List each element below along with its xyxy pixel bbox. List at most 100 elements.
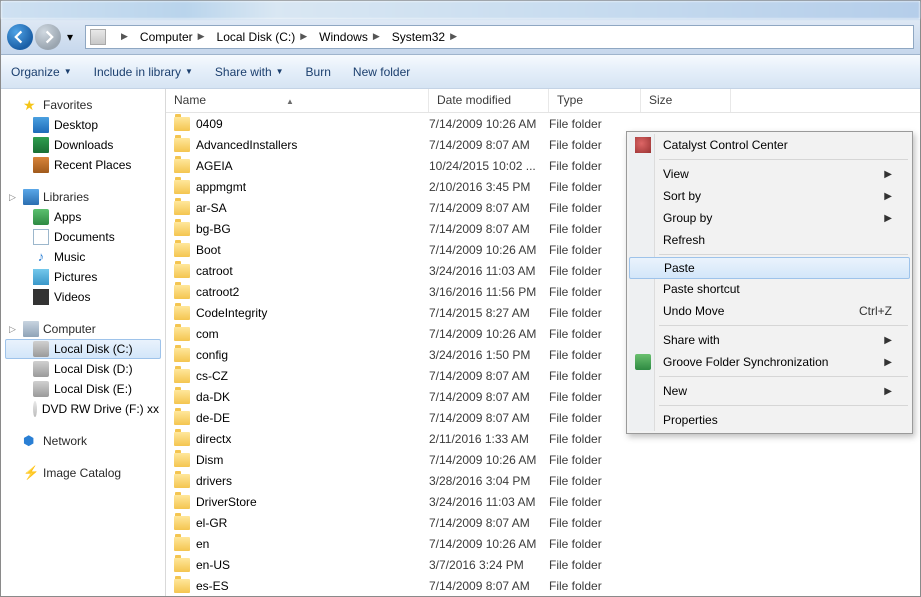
file-name: DriverStore — [196, 495, 257, 509]
submenu-arrow-icon: ▶ — [884, 169, 892, 180]
sidebar-downloads[interactable]: Downloads — [5, 135, 161, 155]
back-button[interactable] — [7, 24, 33, 50]
favorites-group[interactable]: ★Favorites — [5, 95, 161, 115]
sidebar-videos[interactable]: Videos — [5, 287, 161, 307]
folder-icon — [174, 411, 190, 425]
sort-indicator-icon: ▲ — [286, 97, 294, 106]
organize-menu[interactable]: Organize▼ — [11, 65, 72, 79]
hdd-icon — [33, 381, 49, 397]
file-date: 7/14/2009 10:26 AM — [429, 453, 549, 467]
submenu-arrow-icon: ▶ — [884, 357, 892, 368]
file-date: 2/10/2016 3:45 PM — [429, 180, 549, 194]
command-toolbar: Organize▼ Include in library▼ Share with… — [1, 55, 920, 89]
breadcrumb-system32[interactable]: System32▶ — [386, 26, 463, 48]
file-name: cs-CZ — [196, 369, 228, 383]
folder-icon — [174, 432, 190, 446]
image-catalog-group[interactable]: ⚡Image Catalog — [5, 463, 161, 483]
ctx-view[interactable]: View▶ — [629, 163, 910, 185]
sidebar-local-disk-e[interactable]: Local Disk (E:) — [5, 379, 161, 399]
folder-icon — [174, 117, 190, 131]
sidebar-dvd-drive[interactable]: DVD RW Drive (F:) xx — [5, 399, 161, 419]
sidebar-local-disk-c[interactable]: Local Disk (C:) — [5, 339, 161, 359]
burn-button[interactable]: Burn — [306, 65, 331, 79]
sidebar-apps[interactable]: Apps — [5, 207, 161, 227]
ctx-catalyst[interactable]: Catalyst Control Center — [629, 134, 910, 156]
sidebar-recent-places[interactable]: Recent Places — [5, 155, 161, 175]
file-row[interactable]: es-ES7/14/2009 8:07 AMFile folder — [166, 575, 920, 596]
desktop-icon — [33, 117, 49, 133]
file-name: en-US — [196, 558, 230, 572]
folder-icon — [174, 306, 190, 320]
image-catalog-icon: ⚡ — [23, 465, 39, 481]
computer-group[interactable]: ▷Computer — [5, 319, 161, 339]
file-row[interactable]: en-US3/7/2016 3:24 PMFile folder — [166, 554, 920, 575]
new-folder-button[interactable]: New folder — [353, 65, 410, 79]
folder-icon — [174, 537, 190, 551]
forward-button[interactable] — [35, 24, 61, 50]
file-date: 7/14/2009 10:26 AM — [429, 327, 549, 341]
column-date[interactable]: Date modified — [429, 89, 549, 112]
folder-icon — [174, 453, 190, 467]
folder-icon — [174, 558, 190, 572]
network-group[interactable]: ⬢Network — [5, 431, 161, 451]
sidebar-desktop[interactable]: Desktop — [5, 115, 161, 135]
address-bar[interactable]: ▶ Computer▶ Local Disk (C:)▶ Windows▶ Sy… — [85, 25, 914, 49]
sidebar-music[interactable]: ♪Music — [5, 247, 161, 267]
file-date: 7/14/2009 10:26 AM — [429, 117, 549, 131]
file-name: de-DE — [196, 411, 230, 425]
folder-icon — [174, 348, 190, 362]
computer-icon — [23, 321, 39, 337]
ctx-group-by[interactable]: Group by▶ — [629, 207, 910, 229]
column-size[interactable]: Size — [641, 89, 731, 112]
include-in-library-menu[interactable]: Include in library▼ — [94, 65, 193, 79]
file-date: 2/11/2016 1:33 AM — [429, 432, 549, 446]
file-name: directx — [196, 432, 231, 446]
pictures-icon — [33, 269, 49, 285]
file-type: File folder — [549, 537, 641, 551]
ctx-groove[interactable]: Groove Folder Synchronization▶ — [629, 351, 910, 373]
file-name: catroot2 — [196, 285, 239, 299]
file-row[interactable]: el-GR7/14/2009 8:07 AMFile folder — [166, 512, 920, 533]
sidebar-documents[interactable]: Documents — [5, 227, 161, 247]
file-type: File folder — [549, 453, 641, 467]
file-row[interactable]: DriverStore3/24/2016 11:03 AMFile folder — [166, 491, 920, 512]
file-row[interactable]: en7/14/2009 10:26 AMFile folder — [166, 533, 920, 554]
libraries-group[interactable]: ▷Libraries — [5, 187, 161, 207]
folder-icon — [174, 201, 190, 215]
file-date: 7/14/2009 8:07 AM — [429, 579, 549, 593]
ctx-sort-by[interactable]: Sort by▶ — [629, 185, 910, 207]
network-icon: ⬢ — [23, 433, 39, 449]
file-row[interactable]: drivers3/28/2016 3:04 PMFile folder — [166, 470, 920, 491]
file-name: AGEIA — [196, 159, 233, 173]
context-menu: Catalyst Control Center View▶ Sort by▶ G… — [626, 131, 913, 434]
hdd-icon — [33, 361, 49, 377]
apps-icon — [33, 209, 49, 225]
submenu-arrow-icon: ▶ — [884, 213, 892, 224]
nav-history-dropdown[interactable]: ▾ — [63, 24, 77, 50]
column-name[interactable]: Name▲ — [166, 89, 429, 112]
breadcrumb-computer[interactable]: Computer▶ — [134, 26, 211, 48]
drive-icon — [90, 29, 106, 45]
ctx-paste-shortcut[interactable]: Paste shortcut — [629, 278, 910, 300]
folder-icon — [174, 285, 190, 299]
navigation-pane: ★Favorites Desktop Downloads Recent Plac… — [1, 89, 166, 596]
breadcrumb-windows[interactable]: Windows▶ — [313, 26, 386, 48]
file-date: 7/14/2009 8:07 AM — [429, 201, 549, 215]
breadcrumb-localdisk[interactable]: Local Disk (C:)▶ — [211, 26, 314, 48]
ctx-share-with[interactable]: Share with▶ — [629, 329, 910, 351]
column-headers: Name▲ Date modified Type Size — [166, 89, 920, 113]
ctx-paste[interactable]: Paste — [629, 257, 910, 279]
breadcrumb-sep[interactable]: ▶ — [110, 26, 134, 48]
sidebar-local-disk-d[interactable]: Local Disk (D:) — [5, 359, 161, 379]
file-name: ar-SA — [196, 201, 227, 215]
file-row[interactable]: Dism7/14/2009 10:26 AMFile folder — [166, 449, 920, 470]
column-type[interactable]: Type — [549, 89, 641, 112]
ctx-refresh[interactable]: Refresh — [629, 229, 910, 251]
share-with-menu[interactable]: Share with▼ — [215, 65, 284, 79]
ctx-new[interactable]: New▶ — [629, 380, 910, 402]
ctx-undo-move[interactable]: Undo MoveCtrl+Z — [629, 300, 910, 322]
ctx-properties[interactable]: Properties — [629, 409, 910, 431]
sidebar-pictures[interactable]: Pictures — [5, 267, 161, 287]
file-type: File folder — [549, 558, 641, 572]
folder-icon — [174, 180, 190, 194]
